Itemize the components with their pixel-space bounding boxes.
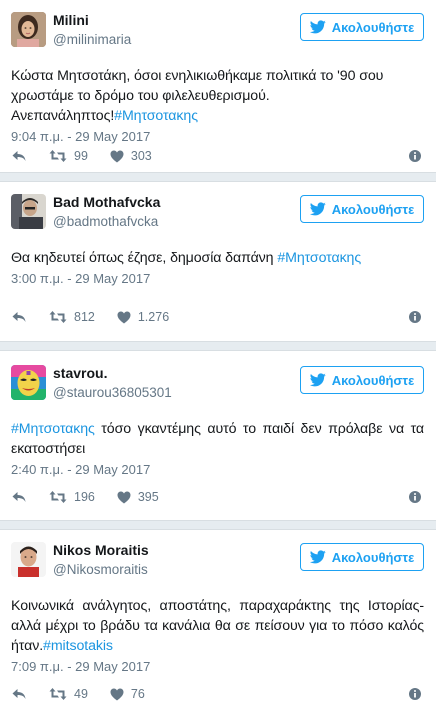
follow-button-label: Ακολουθήστε: [331, 201, 415, 217]
retweet-count: 812: [74, 310, 95, 324]
retweet-icon: [49, 688, 67, 700]
tweet-timestamp[interactable]: 7:09 π.μ. - 29 May 2017: [11, 658, 424, 675]
like-count: 1.276: [137, 310, 170, 324]
tweet-text: #Μητσοτακης τόσο γκαντέμης αυτό το παιδί…: [11, 419, 424, 459]
like-count: 76: [130, 687, 145, 701]
hashtag-link[interactable]: #mitsotakis: [43, 638, 113, 654]
hashtag-link[interactable]: #Μητσοτακης: [277, 250, 361, 266]
retweet-icon: [49, 150, 67, 162]
retweet-count: 49: [74, 687, 88, 701]
user-handle[interactable]: @badmothafvcka: [53, 213, 160, 230]
tweet-feed: Milini @milinimaria Ακολουθήστε Κώστα Μη…: [0, 0, 436, 709]
follow-button-label: Ακολουθήστε: [331, 372, 415, 388]
hashtag-link[interactable]: #Μητσοτακης: [11, 421, 95, 437]
follow-button-label: Ακολουθήστε: [331, 19, 415, 35]
tweet-header: Nikos Moraitis @Nikosmoraitis Ακολουθήστ…: [11, 530, 424, 582]
tweet-card: Bad Mothafvcka @badmothafvcka Ακολουθήστ…: [0, 182, 436, 340]
like-count: 395: [137, 490, 159, 504]
twitter-bird-icon: [309, 202, 326, 216]
tweet-card: stavrou. @staurou36805301 Ακολουθήστε #Μ…: [0, 353, 436, 519]
reply-button[interactable]: [11, 310, 27, 324]
user-name[interactable]: Nikos Moraitis: [53, 542, 149, 559]
info-icon[interactable]: [408, 310, 422, 324]
twitter-bird-icon: [309, 20, 326, 34]
heart-icon: [110, 688, 124, 700]
follow-button[interactable]: Ακολουθήστε: [300, 366, 424, 394]
tweet-divider: [0, 341, 436, 351]
reply-icon: [12, 689, 26, 699]
tweet-header: Milini @milinimaria Ακολουθήστε: [11, 0, 424, 52]
avatar[interactable]: [11, 365, 46, 400]
reply-icon: [12, 312, 26, 322]
tweet-card: Nikos Moraitis @Nikosmoraitis Ακολουθήστ…: [0, 530, 436, 709]
heart-icon: [117, 311, 131, 323]
reply-icon: [12, 492, 26, 502]
heart-icon: [117, 491, 131, 503]
tweet-text: Θα κηδευτεί όπως έζησε, δημοσία δαπάνη #…: [11, 248, 424, 268]
man-portrait-icon: [11, 542, 46, 577]
info-icon[interactable]: [408, 149, 422, 163]
retweet-count: 99: [74, 149, 88, 163]
reply-button[interactable]: [11, 149, 27, 163]
avatar[interactable]: [11, 542, 46, 577]
tweet-actions: 812 1.276: [11, 307, 424, 327]
retweet-button[interactable]: 812: [49, 310, 95, 324]
tweet-header: Bad Mothafvcka @badmothafvcka Ακολουθήστ…: [11, 182, 424, 234]
like-button[interactable]: 1.276: [117, 310, 169, 324]
tweet-card: Milini @milinimaria Ακολουθήστε Κώστα Μη…: [0, 0, 436, 172]
follow-button-label: Ακολουθήστε: [331, 549, 415, 565]
like-button[interactable]: 395: [117, 490, 159, 504]
woman-portrait-icon: [11, 12, 46, 47]
tweet-divider: [0, 520, 436, 530]
retweet-button[interactable]: 196: [49, 490, 95, 504]
user-name[interactable]: Milini: [53, 12, 131, 29]
retweet-icon: [49, 491, 67, 503]
hashtag-link[interactable]: #Μητσοτακης: [114, 108, 198, 124]
tweet-actions: 196 395: [11, 487, 424, 507]
user-name[interactable]: stavrou.: [53, 365, 172, 382]
tweet-actions: 49 76: [11, 684, 424, 704]
twitter-bird-icon: [309, 373, 326, 387]
heart-icon: [110, 150, 124, 162]
tweet-text: Κώστα Μητσοτάκη, όσοι ενηλικιωθήκαμε πολ…: [11, 66, 424, 126]
tweet-text: Κοινωνικά ανάλγητος, αποστάτης, παραχαρά…: [11, 596, 424, 656]
follow-button[interactable]: Ακολουθήστε: [300, 13, 424, 41]
info-icon[interactable]: [408, 687, 422, 701]
twitter-bird-icon: [309, 550, 326, 564]
like-count: 303: [130, 149, 152, 163]
follow-button[interactable]: Ακολουθήστε: [300, 195, 424, 223]
retweet-button[interactable]: 49: [49, 687, 88, 701]
user-handle[interactable]: @milinimaria: [53, 31, 131, 48]
tweet-timestamp[interactable]: 3:00 π.μ. - 29 May 2017: [11, 270, 424, 287]
tweet-divider: [0, 172, 436, 182]
tweet-header: stavrou. @staurou36805301 Ακολουθήστε: [11, 353, 424, 405]
avatar[interactable]: [11, 194, 46, 229]
tweet-timestamp[interactable]: 2:40 π.μ. - 29 May 2017: [11, 461, 424, 478]
retweet-count: 196: [74, 490, 95, 504]
avatar[interactable]: [11, 12, 46, 47]
reply-button[interactable]: [11, 687, 27, 701]
follow-button[interactable]: Ακολουθήστε: [300, 543, 424, 571]
reply-button[interactable]: [11, 490, 27, 504]
retweet-icon: [49, 311, 67, 323]
user-name[interactable]: Bad Mothafvcka: [53, 194, 160, 211]
like-button[interactable]: 303: [110, 149, 152, 163]
reply-icon: [12, 151, 26, 161]
man-portrait-icon: [11, 194, 46, 229]
tweet-timestamp[interactable]: 9:04 π.μ. - 29 May 2017: [11, 128, 424, 145]
tweet-text-body: Θα κηδευτεί όπως έζησε, δημοσία δαπάνη: [11, 250, 278, 266]
like-button[interactable]: 76: [110, 687, 145, 701]
info-icon[interactable]: [408, 490, 422, 504]
retweet-button[interactable]: 99: [49, 149, 88, 163]
tweet-actions: 99 303: [11, 146, 424, 166]
user-handle[interactable]: @staurou36805301: [53, 384, 172, 401]
user-handle[interactable]: @Nikosmoraitis: [53, 561, 149, 578]
colorful-mask-icon: [11, 365, 46, 400]
